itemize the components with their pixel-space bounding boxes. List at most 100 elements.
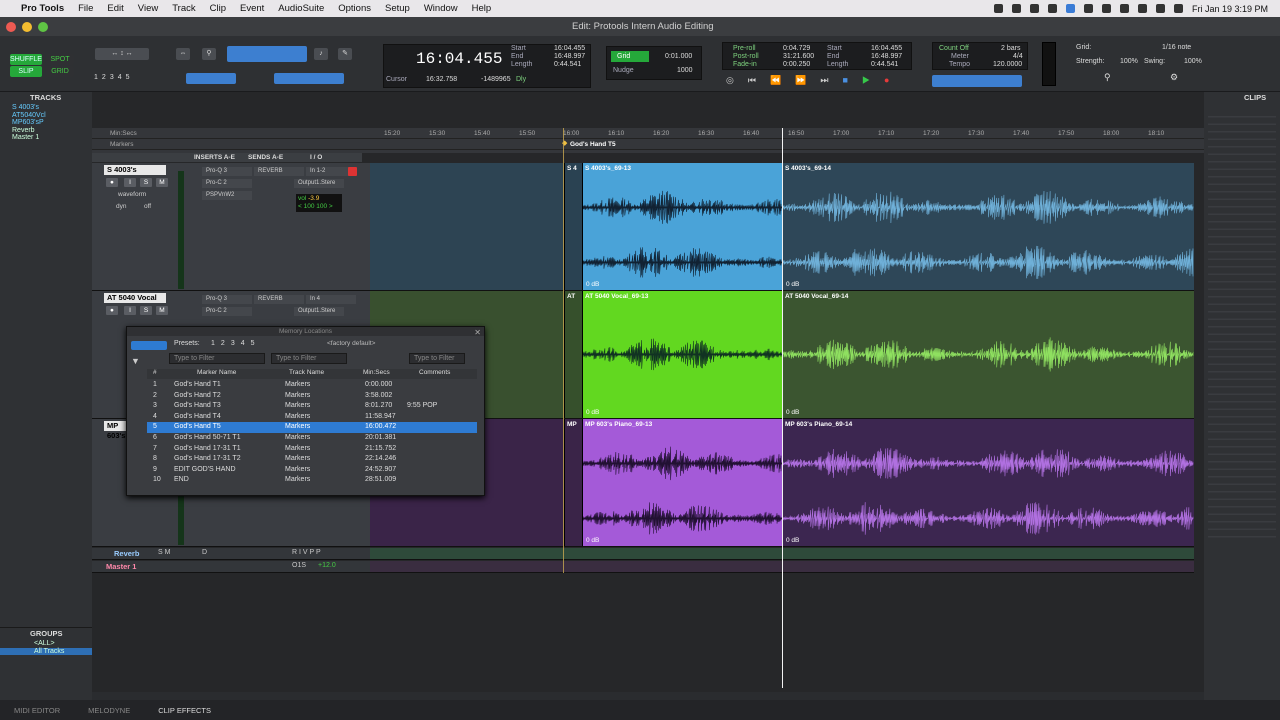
menu-clip[interactable]: Clip [203, 3, 233, 14]
grid-label[interactable]: Grid [611, 51, 649, 62]
main-counter[interactable]: 16:04.455 [416, 50, 502, 68]
filter-icon[interactable]: ▼ [131, 356, 140, 366]
menu-event[interactable]: Event [233, 3, 271, 14]
count-off-label[interactable]: Count Off [939, 45, 969, 52]
clip-prefix[interactable]: AT [564, 291, 582, 418]
count-off-value[interactable]: 2 bars [1001, 45, 1020, 52]
tab-clip-effects[interactable]: CLIP EFFECTS [144, 706, 225, 715]
comment-filter-input[interactable]: Type to Filter [409, 353, 465, 364]
delay-label[interactable]: Dly [516, 76, 526, 83]
zoom-buttons[interactable]: ↔ ↕ ↔ [95, 48, 149, 60]
track-view-selector[interactable]: waveform [118, 191, 146, 198]
document-icon[interactable] [1047, 4, 1057, 13]
grid2-value[interactable]: 1/16 note [1162, 44, 1191, 51]
strength-value[interactable]: 100% [1120, 58, 1138, 65]
zoom-presets[interactable]: 12345 [94, 74, 154, 84]
preroll-labels[interactable]: Pre-roll Post-roll Fade-in [733, 45, 759, 69]
stop-icon[interactable]: ■ [843, 75, 862, 85]
grid-mode-button[interactable]: GRID [46, 66, 74, 77]
status-icon[interactable] [1011, 4, 1021, 13]
edit-mode-toggles[interactable] [186, 73, 236, 84]
extension-icon[interactable] [1083, 4, 1093, 13]
go-to-end-icon[interactable]: ⏭ [820, 75, 842, 85]
track-name[interactable]: AT 5040 Vocal [104, 293, 166, 303]
clock[interactable]: Fri Jan 19 3:19 PM [1192, 4, 1268, 14]
record-enable-button[interactable]: ● [106, 178, 118, 187]
track-io[interactable]: R I V P P [292, 549, 321, 556]
audio-clip[interactable]: MP 603's Piano_69-14 0 dB [782, 419, 1194, 546]
midi-controls[interactable] [932, 75, 1022, 87]
audio-clip[interactable]: S 4003's_69-14 0 dB [782, 163, 1194, 290]
track-list-item[interactable]: AT5040Vcl [0, 112, 92, 120]
track-list-item[interactable]: MP603'sP [0, 119, 92, 127]
status-icon[interactable] [993, 4, 1003, 13]
menu-setup[interactable]: Setup [378, 3, 417, 14]
output-selector[interactable]: Output1.Stere [294, 179, 344, 188]
meter-value[interactable]: 4/4 [1013, 53, 1023, 60]
audio-clip[interactable]: AT 5040 Vocal_69-14 0 dB [782, 291, 1194, 418]
input-selector[interactable]: In 4 [306, 295, 356, 304]
play-icon[interactable]: ▶ [862, 75, 884, 85]
markers-ruler[interactable]: Markers ◆ God's Hand T5 [92, 139, 1204, 150]
status-icon[interactable] [1119, 4, 1129, 13]
gear-icon[interactable]: ⚙ [1170, 72, 1178, 83]
search-icon[interactable]: ⚲ [1104, 72, 1111, 83]
send-slot[interactable]: REVERB [254, 167, 304, 176]
record-enable-button[interactable]: ● [106, 306, 118, 315]
menu-audiosuite[interactable]: AudioSuite [271, 3, 331, 14]
insert-slot[interactable]: Pro-Q 3 [202, 167, 252, 176]
dyn-label[interactable]: dyn [116, 203, 126, 210]
magnifier-icon[interactable]: ⚲ [202, 48, 216, 60]
audio-clip[interactable]: AT 5040 Vocal_69-13 0 dB [582, 291, 782, 418]
clip-prefix[interactable]: MP [564, 419, 582, 546]
audio-clip[interactable]: MP 603's Piano_69-13 0 dB [582, 419, 782, 546]
slip-mode-button[interactable]: SLIP [10, 66, 42, 77]
memory-location-row[interactable]: 8 God's Hand 17-31 T2 Markers 22:14.246 [147, 454, 477, 465]
minsecs-ruler[interactable]: Min:Secs 15:20 15:30 15:40 15:50 16:00 1… [92, 128, 1204, 139]
app-status-icon[interactable] [1065, 4, 1075, 13]
swing-value[interactable]: 100% [1184, 58, 1202, 65]
status-icon[interactable] [1101, 4, 1111, 13]
track-list-item[interactable]: Reverb [0, 127, 92, 135]
memory-location-row[interactable]: 2 God's Hand T2 Markers 3:58.002 [147, 391, 477, 402]
shuffle-mode-button[interactable]: SHUFFLE [10, 54, 42, 65]
tab-melodyne[interactable]: MELODYNE [74, 706, 144, 715]
clip-prefix[interactable]: S 4 [564, 163, 582, 290]
transport-controls[interactable]: ◎⏮⏪⏩⏭■▶● [722, 75, 912, 87]
location-toggle-icon[interactable] [131, 341, 167, 350]
track-name[interactable]: S 4003's [104, 165, 166, 175]
zoomer-icon[interactable]: ⇔ [176, 48, 190, 60]
memory-location-row[interactable]: 5 God's Hand T5 Markers 16:00.472 [147, 422, 477, 433]
timeline-rulers[interactable]: Min:Secs 15:20 15:30 15:40 15:50 16:00 1… [92, 128, 1204, 153]
track-list-item[interactable]: S 4003's [0, 104, 92, 112]
solo-mute[interactable]: S M [158, 549, 170, 556]
group-item[interactable]: <ALL> [0, 640, 92, 648]
speaker-icon[interactable]: ♪ [314, 48, 328, 60]
link-toggles[interactable] [274, 73, 344, 84]
preset-buttons[interactable]: 12345 [211, 340, 261, 347]
spot-mode-button[interactable]: SPOT [46, 54, 74, 65]
track-filter-input[interactable]: Type to Filter [271, 353, 347, 364]
pencil-icon[interactable]: ✎ [338, 48, 352, 60]
memory-locations-title[interactable]: Memory Locations [127, 327, 484, 336]
send-slot[interactable]: REVERB [254, 295, 304, 304]
group-item[interactable]: All Tracks [0, 647, 92, 655]
memory-location-row[interactable]: 4 God's Hand T4 Markers 11:58.947 [147, 412, 477, 423]
solo-button[interactable]: S [140, 306, 152, 315]
control-center-icon[interactable] [1173, 4, 1183, 13]
menu-help[interactable]: Help [465, 3, 499, 14]
app-menu[interactable]: Pro Tools [14, 3, 71, 14]
cloud-icon[interactable] [1029, 4, 1039, 13]
grid-value[interactable]: 0:01.000 [665, 53, 692, 60]
audio-clip[interactable]: S 4003's_69-13 0 dB [582, 163, 782, 290]
mute-button[interactable]: M [156, 306, 168, 315]
menu-track[interactable]: Track [165, 3, 202, 14]
menu-view[interactable]: View [131, 3, 165, 14]
memory-location-row[interactable]: 1 God's Hand T1 Markers 0:00.000 [147, 380, 477, 391]
input-monitor-button[interactable]: I [124, 306, 136, 315]
nudge-label[interactable]: Nudge [613, 67, 634, 74]
solo-button[interactable]: S [140, 178, 152, 187]
wifi-icon[interactable] [1137, 4, 1147, 13]
zoom-button[interactable] [38, 21, 48, 32]
record-icon[interactable]: ● [884, 75, 903, 85]
